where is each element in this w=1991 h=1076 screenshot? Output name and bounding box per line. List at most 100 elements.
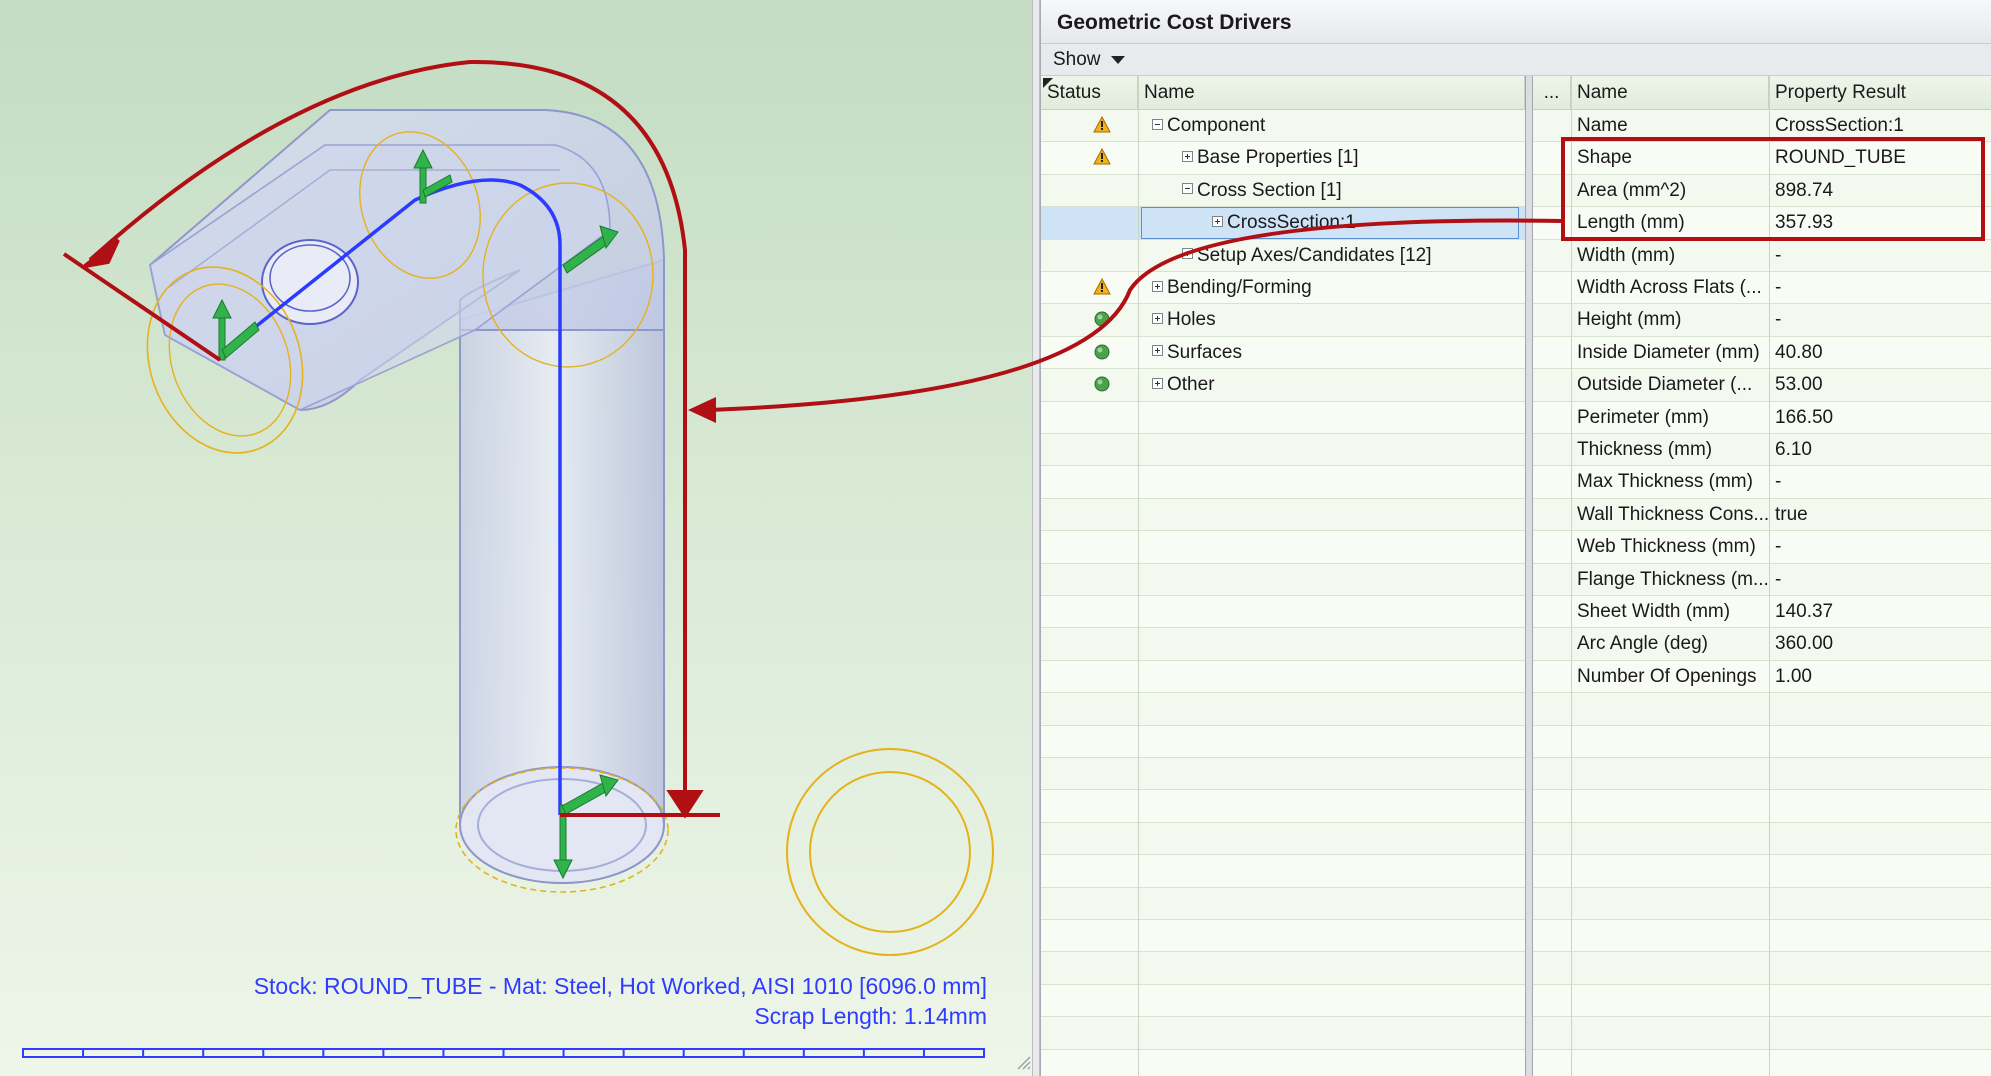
property-value-cell[interactable]: 357.93 [1769,207,1991,238]
property-value-cell[interactable]: 140.37 [1769,596,1991,627]
tree-node[interactable]: Other [1152,374,1215,395]
name-cell [1138,693,1525,724]
expand-plus-icon[interactable] [1182,150,1193,162]
property-row[interactable]: Max Thickness (mm) - [1533,466,1991,499]
property-value-cell[interactable]: - [1769,272,1991,303]
property-row[interactable]: Width (mm) - [1533,240,1991,272]
tree-row[interactable]: CrossSection:1 [1041,207,1525,240]
tree-node[interactable]: Cross Section [1] [1182,180,1342,201]
driver-tree-grid[interactable]: Status Name Component Base Properties [1]… [1041,76,1525,1076]
tree-row[interactable]: Cross Section [1] [1041,175,1525,208]
3d-viewport[interactable]: Stock: ROUND_TUBE - Mat: Steel, Hot Work… [0,0,1032,1076]
empty-row [1041,693,1525,726]
column-header-dots[interactable]: ... [1533,76,1571,110]
property-value-cell[interactable]: - [1769,531,1991,562]
property-row[interactable]: Thickness (mm) 6.10 [1533,434,1991,467]
expand-plus-icon[interactable] [1152,377,1163,389]
collapse-minus-icon[interactable] [1182,183,1193,195]
tree-node[interactable]: Surfaces [1152,342,1242,363]
property-row[interactable]: Arc Angle (deg) 360.00 [1533,628,1991,661]
tree-row[interactable]: Holes [1041,304,1525,337]
tree-node[interactable]: Component [1152,115,1265,136]
property-grid[interactable]: ... Name Property Result Name CrossSectio… [1533,76,1991,1076]
property-row[interactable]: Web Thickness (mm) - [1533,531,1991,564]
status-cell [1041,337,1138,368]
collapse-minus-icon[interactable] [1152,118,1163,130]
tube-model-scene[interactable] [0,0,1032,1076]
property-row[interactable]: Sheet Width (mm) 140.37 [1533,596,1991,629]
property-value-cell[interactable]: 360.00 [1769,628,1991,659]
property-row[interactable]: Name CrossSection:1 [1533,110,1991,143]
expand-plus-icon[interactable] [1152,345,1163,357]
status-cell [1041,142,1138,173]
empty-row [1041,758,1525,791]
property-value-cell[interactable]: 166.50 [1769,402,1991,433]
stock-info-text: Stock: ROUND_TUBE - Mat: Steel, Hot Work… [253,973,987,999]
property-row[interactable]: Perimeter (mm) 166.50 [1533,401,1991,434]
tree-node-label: Setup Axes/Candidates [12] [1197,244,1432,266]
property-row[interactable]: Wall Thickness Cons... true [1533,499,1991,532]
property-value-cell[interactable]: - [1769,304,1991,335]
tree-node[interactable]: Setup Axes/Candidates [12] [1182,245,1432,266]
property-row[interactable]: Number Of Openings 1.00 [1533,660,1991,694]
empty-row [1041,660,1525,694]
property-value-cell[interactable]: - [1769,564,1991,595]
property-value-cell[interactable]: ROUND_TUBE [1769,142,1991,173]
expand-plus-icon[interactable] [1152,280,1163,292]
column-header-name[interactable]: Name [1138,76,1525,110]
name-cell [1138,1017,1525,1048]
property-value-cell[interactable]: 40.80 [1769,337,1991,368]
property-value-cell[interactable]: 898.74 [1769,175,1991,206]
grid-splitter[interactable] [1525,76,1533,1076]
column-header-status[interactable]: Status [1041,76,1138,110]
column-divider [1138,76,1139,1076]
tree-node-label: Holes [1167,309,1216,331]
property-row[interactable]: Shape ROUND_TUBE [1533,142,1991,175]
tree-row[interactable]: Bending/Forming [1041,272,1525,305]
tree-row[interactable]: Setup Axes/Candidates [12] [1041,240,1525,272]
name-cell: Other [1138,369,1525,400]
expand-plus-icon[interactable] [1152,312,1163,324]
tree-node[interactable]: Holes [1152,309,1216,330]
property-value-cell[interactable]: - [1769,240,1991,271]
name-cell [1138,1050,1525,1076]
property-result-header-label: Property Result [1775,82,1906,103]
viewport-splitter[interactable] [1032,0,1040,1076]
property-row[interactable]: Flange Thickness (m... - [1533,564,1991,596]
show-dropdown-button[interactable]: Show [1053,49,1125,71]
property-row[interactable]: Length (mm) 357.93 [1533,207,1991,240]
empty-row [1041,401,1525,434]
tree-row[interactable]: Surfaces [1041,336,1525,370]
property-value-cell[interactable]: 53.00 [1769,369,1991,400]
property-value-cell[interactable]: - [1769,466,1991,497]
empty-row [1533,888,1991,920]
column-header-property-name[interactable]: Name [1571,76,1769,110]
status-header-label: Status [1047,82,1101,103]
property-row[interactable]: Outside Diameter (... 53.00 [1533,369,1991,402]
property-row[interactable]: Inside Diameter (mm) 40.80 [1533,336,1991,370]
empty-row [1041,725,1525,758]
empty-row [1533,693,1991,726]
empty-row [1041,790,1525,823]
tree-row[interactable]: Other [1041,369,1525,402]
property-name-cell: Web Thickness (mm) [1577,536,1756,558]
tree-row[interactable]: Component [1041,110,1525,143]
property-value-cell[interactable]: CrossSection:1 [1769,110,1991,141]
expand-plus-icon[interactable] [1182,248,1193,260]
property-name-cell: Arc Angle (deg) [1577,633,1708,655]
property-row[interactable]: Width Across Flats (... - [1533,272,1991,305]
name-cell: Cross Section [1] [1138,175,1525,206]
property-value-cell[interactable]: 1.00 [1769,661,1991,692]
property-row[interactable]: Area (mm^2) 898.74 [1533,175,1991,208]
status-cell [1041,596,1138,627]
tree-node[interactable]: Bending/Forming [1152,277,1312,298]
property-value-cell[interactable]: 6.10 [1769,434,1991,465]
status-cell [1041,207,1138,238]
empty-row [1041,855,1525,888]
property-value-cell[interactable]: true [1769,499,1991,530]
tree-row[interactable]: Base Properties [1] [1041,142,1525,175]
column-header-property-result[interactable]: Property Result [1769,76,1991,110]
tree-node[interactable]: Base Properties [1] [1182,147,1359,168]
resize-grip-icon[interactable] [1015,1054,1031,1070]
property-row[interactable]: Height (mm) - [1533,304,1991,337]
